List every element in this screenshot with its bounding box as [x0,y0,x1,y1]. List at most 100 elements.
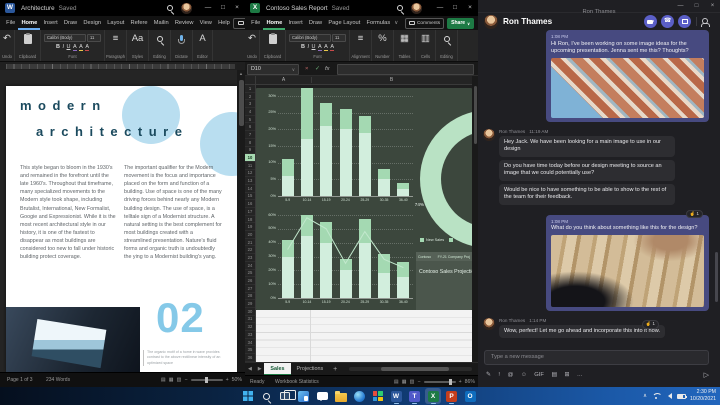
number-icon[interactable]: % [378,33,386,44]
row-header-5[interactable]: 5 [245,116,255,124]
row-header-20[interactable]: 20 [245,231,255,239]
row-header-16[interactable]: 16 [245,200,255,208]
undo-icon[interactable]: ↶ [248,33,256,44]
excel-tab-home[interactable]: Home [263,16,285,30]
minimize-button[interactable]: — [673,0,688,13]
bold-button[interactable]: B [301,44,305,50]
sticker-icon[interactable]: ▤ [551,372,556,378]
excel-group-editing[interactable]: Editing [436,30,458,61]
row-header-22[interactable]: 22 [245,246,255,254]
audio-call-button[interactable]: ☎ [661,15,674,28]
row-header-27[interactable]: 27 [245,285,255,293]
prev-sheet-icon[interactable]: ◀ [245,367,255,372]
zoom-slider[interactable] [191,379,223,381]
message-input[interactable]: Type a new message [484,350,709,365]
close-button[interactable]: × [230,0,244,16]
word-tab-insert[interactable]: Insert [40,16,60,30]
add-people-icon[interactable] [701,18,711,26]
font-color-button[interactable]: A [318,44,322,50]
row-header-15[interactable]: 15 [245,193,255,201]
zoom-level[interactable]: 50% [232,377,242,383]
format-icon[interactable]: ✎ [486,372,491,378]
row-header-13[interactable]: 13 [245,177,255,185]
row-header-3[interactable]: 3 [245,100,255,108]
powerpoint-button[interactable]: P [444,388,460,404]
account-avatar[interactable] [411,3,422,14]
scroll-up-icon[interactable]: ▲ [237,70,245,78]
horizontal-scrollbar[interactable] [349,367,472,371]
bar-15-19[interactable] [320,222,332,298]
battery-icon[interactable] [677,394,686,399]
row-header-30[interactable]: 30 [245,308,255,316]
search-icon[interactable] [167,5,173,11]
font-color-button[interactable]: A [73,44,77,50]
row-header-4[interactable]: 4 [245,108,255,116]
zoom-out-button[interactable]: − [185,377,188,383]
close-button[interactable]: × [705,0,720,13]
paste-icon[interactable] [269,34,277,44]
row-header-2[interactable]: 2 [245,93,255,101]
word-group-dictate[interactable]: Dictate [171,30,193,61]
search-icon[interactable] [444,36,450,42]
tabs-overflow-icon[interactable]: ∨ [393,16,399,30]
teams-button[interactable]: T [407,388,423,404]
column-headers[interactable]: A B [245,76,472,85]
word-tab-review[interactable]: Review [172,16,197,30]
row-header-35[interactable]: 35 [245,346,255,354]
sender-avatar[interactable] [483,129,495,141]
word-scrollbar[interactable]: ▲ [237,70,245,372]
paste-icon[interactable] [24,34,32,44]
page-indicator[interactable]: Page 1 of 3 [7,373,33,387]
outlook-button[interactable]: O [462,388,478,404]
excel-group-number[interactable]: %Number [372,30,394,61]
row-header-11[interactable]: 11 [245,162,255,170]
highlight-button[interactable]: A [79,44,83,50]
new-sheet-button[interactable]: + [329,366,341,373]
bar-25-29[interactable] [359,116,371,196]
styles-icon[interactable]: Aa [132,33,144,44]
tray-overflow-ic icon[interactable]: ∧ [643,393,647,399]
normal-view-icon[interactable]: ▤ [394,379,399,385]
excel-group-undo[interactable]: ↶Undo [245,30,260,61]
video-call-button[interactable] [644,15,657,28]
comments-button[interactable]: Comments [405,18,444,29]
clock[interactable]: 2:30 PM 10/20/2021 [690,389,716,403]
reaction-badge[interactable]: ☝1 [642,320,659,329]
word-button[interactable]: W [388,388,404,404]
word-group-font[interactable]: Calibri (Body)11BIUAAAFont [41,30,105,61]
attach-icon[interactable]: @ [507,372,513,378]
share-button[interactable]: Share∨ [447,18,474,29]
cells-icon[interactable]: ▥ [421,33,430,44]
file-explorer-button[interactable] [333,388,349,404]
formula-input[interactable] [337,64,474,75]
row-header-12[interactable]: 12 [245,170,255,178]
alignment-icon[interactable]: ≡ [358,33,364,44]
font-name-select[interactable]: Calibri (Body) [289,34,331,42]
zoom-level[interactable]: 86% [465,379,475,385]
gif-icon[interactable]: GIF [534,372,544,378]
web-layout-icon[interactable]: ▥ [177,377,182,383]
projection-bar-chart[interactable]: 0%10%20%30%40%50%60%5-910-1415-1920-2425… [278,215,413,298]
bar-36-40[interactable] [397,183,409,196]
chat-scrollbar[interactable] [715,252,718,302]
sent-message[interactable]: 1:08 PMWhat do you think about something… [546,215,709,312]
widgets-button[interactable] [296,388,312,404]
chat-button[interactable] [314,388,330,404]
zoom-out-button[interactable]: − [418,379,421,385]
maximize-button[interactable]: □ [216,0,230,16]
sheet-tab-sales[interactable]: Sales [264,363,290,376]
reaction-badge[interactable]: ☝1 [686,210,703,219]
bar-36-40[interactable] [397,262,409,298]
word-group-editing[interactable]: Editing [149,30,171,61]
volume-icon[interactable] [665,393,672,399]
received-message[interactable]: Would be nice to have something to be ab… [499,184,675,205]
contact-avatar[interactable] [484,15,498,29]
send-icon[interactable]: ▷ [704,371,709,379]
bar-10-14[interactable] [301,88,313,196]
italic-button[interactable]: I [62,44,64,50]
row-header-8[interactable]: 8 [245,139,255,147]
row-header-34[interactable]: 34 [245,339,255,347]
received-message[interactable]: Hey Jack. We have been looking for a mai… [499,136,675,157]
row-header-7[interactable]: 7 [245,131,255,139]
search-button[interactable] [259,388,275,404]
